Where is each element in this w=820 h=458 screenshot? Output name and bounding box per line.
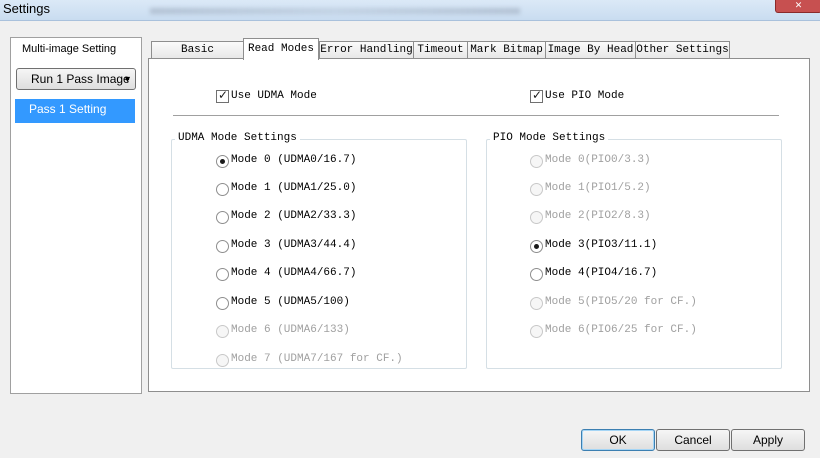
tab-label: Error Handling bbox=[320, 44, 413, 56]
tab-image-by-head[interactable]: Image By Head bbox=[545, 41, 636, 59]
tab-label: Mark Bitmap bbox=[470, 44, 543, 56]
udma-mode-group: UDMA Mode Settings Mode 0 (UDMA0/16.7) M… bbox=[171, 132, 467, 369]
pio-mode-2-label: Mode 2(PIO2/8.3) bbox=[545, 210, 651, 222]
use-pio-label: Use PIO Mode bbox=[545, 90, 625, 102]
pio-mode-5-label: Mode 5(PIO5/20 for CF.) bbox=[545, 296, 697, 308]
use-udma-label: Use UDMA Mode bbox=[231, 90, 317, 102]
pio-group-title: PIO Mode Settings bbox=[490, 132, 609, 144]
cancel-button[interactable]: Cancel bbox=[656, 429, 730, 451]
pio-mode-0-label: Mode 0(PIO0/3.3) bbox=[545, 154, 651, 166]
chevron-down-icon: ▼ bbox=[123, 74, 132, 84]
udma-mode-1-radio[interactable] bbox=[216, 183, 229, 196]
pio-mode-3-radio[interactable] bbox=[530, 240, 543, 253]
tab-basic-settings[interactable]: Basic Settings bbox=[151, 41, 244, 73]
use-udma-checkbox[interactable]: ✓ bbox=[216, 88, 229, 103]
tab-label: Image By Head bbox=[547, 44, 634, 56]
tab-label: Timeout bbox=[417, 44, 464, 56]
multi-image-title: Multi-image Setting bbox=[22, 43, 117, 55]
read-modes-panel: ✓ Use UDMA Mode ✓ Use PIO Mode UDMA Mode… bbox=[148, 58, 810, 392]
udma-group-title: UDMA Mode Settings bbox=[175, 132, 300, 144]
pio-mode-1-radio[interactable] bbox=[530, 183, 543, 196]
udma-mode-0-label: Mode 0 (UDMA0/16.7) bbox=[231, 154, 357, 166]
udma-mode-7-label: Mode 7 (UDMA7/167 for CF.) bbox=[231, 353, 403, 365]
cancel-button-label: Cancel bbox=[674, 433, 712, 447]
udma-mode-6-radio[interactable] bbox=[216, 325, 229, 338]
tab-label: Other Settings bbox=[636, 44, 729, 56]
ok-button[interactable]: OK bbox=[581, 429, 655, 451]
udma-mode-2-radio[interactable] bbox=[216, 211, 229, 224]
title-bar-obscured-area bbox=[150, 8, 520, 14]
udma-mode-3-label: Mode 3 (UDMA3/44.4) bbox=[231, 239, 357, 251]
pio-mode-6-radio[interactable] bbox=[530, 325, 543, 338]
tab-read-modes[interactable]: Read Modes bbox=[243, 38, 319, 60]
udma-mode-3-radio[interactable] bbox=[216, 240, 229, 253]
window-title: Settings bbox=[3, 1, 50, 16]
apply-button[interactable]: Apply bbox=[731, 429, 805, 451]
tab-label: Read Modes bbox=[247, 43, 314, 55]
pass-list-item[interactable]: Pass 1 Setting bbox=[15, 99, 135, 123]
title-bar: Settings ✕ bbox=[0, 0, 820, 21]
pio-mode-2-radio[interactable] bbox=[530, 211, 543, 224]
run-pass-image-dropdown[interactable]: Run 1 Pass Image ▼ bbox=[16, 68, 136, 90]
pio-mode-4-radio[interactable] bbox=[530, 268, 543, 281]
tab-other-settings[interactable]: Other Settings bbox=[635, 41, 730, 59]
run-pass-image-label: Run 1 Pass Image bbox=[31, 72, 130, 86]
close-button[interactable]: ✕ bbox=[775, 0, 820, 13]
tab-timeout[interactable]: Timeout bbox=[413, 41, 468, 59]
use-pio-checkbox[interactable]: ✓ bbox=[530, 88, 543, 103]
udma-mode-5-label: Mode 5 (UDMA5/100) bbox=[231, 296, 350, 308]
pio-mode-6-label: Mode 6(PIO6/25 for CF.) bbox=[545, 324, 697, 336]
separator-line bbox=[173, 115, 779, 116]
apply-button-label: Apply bbox=[752, 433, 784, 447]
pio-mode-3-label: Mode 3(PIO3/11.1) bbox=[545, 239, 658, 251]
udma-mode-0-radio[interactable] bbox=[216, 155, 229, 168]
close-icon: ✕ bbox=[794, 0, 803, 10]
tab-error-handling[interactable]: Error Handling bbox=[319, 41, 414, 59]
tab-mark-bitmap[interactable]: Mark Bitmap bbox=[467, 41, 546, 59]
udma-mode-6-label: Mode 6 (UDMA6/133) bbox=[231, 324, 350, 336]
pio-mode-1-label: Mode 1(PIO1/5.2) bbox=[545, 182, 651, 194]
checkmark-icon: ✓ bbox=[532, 88, 543, 102]
pio-mode-4-label: Mode 4(PIO4/16.7) bbox=[545, 267, 658, 279]
udma-mode-4-label: Mode 4 (UDMA4/66.7) bbox=[231, 267, 357, 279]
pio-mode-5-radio[interactable] bbox=[530, 297, 543, 310]
udma-mode-2-label: Mode 2 (UDMA2/33.3) bbox=[231, 210, 357, 222]
pass-list-item-label: Pass 1 Setting bbox=[29, 102, 107, 116]
checkmark-icon: ✓ bbox=[218, 88, 229, 102]
multi-image-panel: Multi-image Setting Run 1 Pass Image ▼ P… bbox=[10, 37, 142, 394]
pio-mode-0-radio[interactable] bbox=[530, 155, 543, 168]
udma-mode-7-radio[interactable] bbox=[216, 354, 229, 367]
udma-mode-1-label: Mode 1 (UDMA1/25.0) bbox=[231, 182, 357, 194]
udma-mode-5-radio[interactable] bbox=[216, 297, 229, 310]
udma-mode-4-radio[interactable] bbox=[216, 268, 229, 281]
ok-button-label: OK bbox=[609, 433, 627, 447]
pio-mode-group: PIO Mode Settings Mode 0(PIO0/3.3) Mode … bbox=[486, 132, 782, 369]
